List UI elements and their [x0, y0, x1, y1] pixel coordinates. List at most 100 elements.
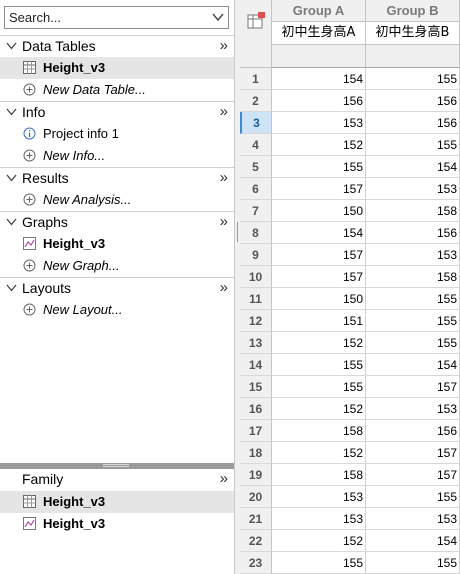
- row-number[interactable]: 4: [240, 134, 272, 156]
- chevron-down-icon[interactable]: [6, 173, 17, 183]
- row-number[interactable]: 2: [240, 90, 272, 112]
- table-cell[interactable]: 156: [366, 222, 460, 244]
- expand-icon[interactable]: »: [220, 37, 228, 54]
- table-cell[interactable]: 150: [272, 288, 366, 310]
- table-cell[interactable]: 157: [366, 376, 460, 398]
- table-cell[interactable]: 151: [272, 310, 366, 332]
- table-cell[interactable]: 158: [366, 200, 460, 222]
- row-number[interactable]: 16: [240, 398, 272, 420]
- row-number[interactable]: 9: [240, 244, 272, 266]
- row-number[interactable]: 14: [240, 354, 272, 376]
- table-cell[interactable]: 155: [366, 486, 460, 508]
- chevron-down-icon[interactable]: [6, 217, 17, 227]
- table-cell[interactable]: 153: [272, 112, 366, 134]
- sheet-item[interactable]: Height_v3: [0, 233, 234, 255]
- table-cell[interactable]: 153: [366, 178, 460, 200]
- table-cell[interactable]: 154: [272, 222, 366, 244]
- section-header-data-tables[interactable]: Data Tables »: [0, 35, 234, 57]
- table-cell[interactable]: 155: [366, 68, 460, 90]
- table-cell[interactable]: 152: [272, 442, 366, 464]
- table-cell[interactable]: 156: [366, 112, 460, 134]
- column-header-group-a[interactable]: Group A: [272, 0, 366, 22]
- search-box[interactable]: [4, 6, 229, 29]
- column-title-cell[interactable]: 初中生身高A: [272, 22, 366, 45]
- row-number[interactable]: 23: [240, 552, 272, 574]
- table-cell[interactable]: 158: [366, 266, 460, 288]
- chevron-down-icon[interactable]: [6, 107, 17, 117]
- table-cell[interactable]: 153: [272, 508, 366, 530]
- table-cell[interactable]: 152: [272, 332, 366, 354]
- section-header-layouts[interactable]: Layouts »: [0, 277, 234, 299]
- table-cell[interactable]: 154: [366, 156, 460, 178]
- row-number[interactable]: 19: [240, 464, 272, 486]
- section-header-results[interactable]: Results »: [0, 167, 234, 189]
- expand-icon[interactable]: »: [220, 470, 228, 487]
- table-cell[interactable]: 158: [272, 464, 366, 486]
- expand-icon[interactable]: »: [220, 279, 228, 296]
- row-number[interactable]: 12: [240, 310, 272, 332]
- table-cell[interactable]: 155: [366, 134, 460, 156]
- row-number[interactable]: 18: [240, 442, 272, 464]
- sheet-item[interactable]: New Graph...: [0, 255, 234, 277]
- table-cell[interactable]: 153: [366, 398, 460, 420]
- section-header-graphs[interactable]: Graphs »: [0, 211, 234, 233]
- row-number[interactable]: 15: [240, 376, 272, 398]
- row-number[interactable]: 13: [240, 332, 272, 354]
- row-number[interactable]: 21: [240, 508, 272, 530]
- table-cell[interactable]: 156: [366, 420, 460, 442]
- table-cell[interactable]: 157: [366, 442, 460, 464]
- table-cell[interactable]: 152: [272, 134, 366, 156]
- row-number[interactable]: 5: [240, 156, 272, 178]
- chevron-down-icon[interactable]: [211, 10, 225, 24]
- expand-icon[interactable]: »: [220, 103, 228, 120]
- table-cell[interactable]: 155: [366, 552, 460, 574]
- table-cell[interactable]: 154: [366, 354, 460, 376]
- table-cell[interactable]: 150: [272, 200, 366, 222]
- row-number[interactable]: 11: [240, 288, 272, 310]
- row-number[interactable]: 1: [240, 68, 272, 90]
- table-cell[interactable]: 155: [366, 288, 460, 310]
- family-item[interactable]: Height_v3: [0, 513, 234, 535]
- column-header-group-b[interactable]: Group B: [366, 0, 460, 22]
- sheet-item[interactable]: Height_v3: [0, 57, 234, 79]
- chevron-down-icon[interactable]: [6, 283, 17, 293]
- table-cell[interactable]: 155: [366, 310, 460, 332]
- sheet-item[interactable]: New Info...: [0, 145, 234, 167]
- row-number[interactable]: 22: [240, 530, 272, 552]
- sheet-item[interactable]: New Analysis...: [0, 189, 234, 211]
- chevron-down-icon[interactable]: [6, 41, 17, 51]
- row-number[interactable]: 7: [240, 200, 272, 222]
- section-header-info[interactable]: Info »: [0, 101, 234, 123]
- table-cell[interactable]: 156: [272, 90, 366, 112]
- table-cell[interactable]: 154: [272, 68, 366, 90]
- row-number[interactable]: 8: [240, 222, 272, 244]
- row-number[interactable]: 3: [240, 112, 272, 134]
- sheet-item[interactable]: Project info 1: [0, 123, 234, 145]
- table-cell[interactable]: 153: [366, 244, 460, 266]
- table-cell[interactable]: 153: [366, 508, 460, 530]
- table-cell[interactable]: 157: [272, 266, 366, 288]
- table-cell[interactable]: 155: [272, 376, 366, 398]
- row-number[interactable]: 10: [240, 266, 272, 288]
- table-cell[interactable]: 153: [272, 486, 366, 508]
- sheet-item[interactable]: New Data Table...: [0, 79, 234, 101]
- table-cell[interactable]: 155: [366, 332, 460, 354]
- table-cell[interactable]: 157: [366, 464, 460, 486]
- table-cell[interactable]: 155: [272, 552, 366, 574]
- column-title-cell[interactable]: 初中生身高B: [366, 22, 460, 45]
- table-cell[interactable]: 158: [272, 420, 366, 442]
- table-cell[interactable]: 154: [366, 530, 460, 552]
- table-cell[interactable]: 155: [272, 156, 366, 178]
- table-cell[interactable]: 152: [272, 398, 366, 420]
- table-cell[interactable]: 157: [272, 178, 366, 200]
- row-number[interactable]: 17: [240, 420, 272, 442]
- expand-icon[interactable]: »: [220, 169, 228, 186]
- row-number[interactable]: 6: [240, 178, 272, 200]
- table-cell[interactable]: 152: [272, 530, 366, 552]
- family-item[interactable]: Height_v3: [0, 491, 234, 513]
- row-number[interactable]: 20: [240, 486, 272, 508]
- table-corner[interactable]: [240, 0, 272, 68]
- table-cell[interactable]: 157: [272, 244, 366, 266]
- table-cell[interactable]: 156: [366, 90, 460, 112]
- sheet-item[interactable]: New Layout...: [0, 299, 234, 321]
